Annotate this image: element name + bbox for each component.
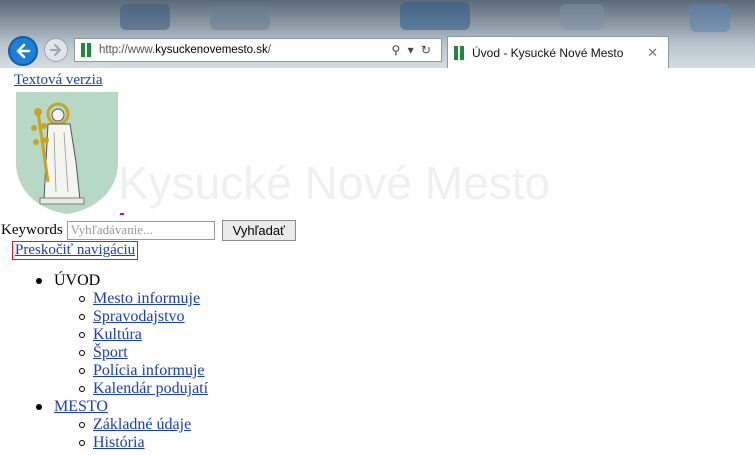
tab-title: Úvod - Kysucké Nové Mesto: [472, 45, 624, 60]
submenu-link[interactable]: Polícia informuje: [93, 362, 205, 379]
submenu-item: Mesto informuje: [0, 290, 208, 308]
city-crest-logo: [16, 92, 118, 214]
circle-bullet-icon: [79, 296, 85, 302]
circle-bullet-icon: [79, 350, 85, 356]
page-content: Textová verzia Kysucké Nové Mesto Keywor…: [0, 68, 755, 455]
search-label: Keywords: [1, 221, 63, 238]
address-bar[interactable]: http://www. kysuckenovemesto.sk / ⚲ ▾ ↻: [74, 38, 442, 62]
submenu-link[interactable]: Základné údaje: [93, 416, 191, 433]
url-prefix: http://www.: [99, 44, 156, 56]
submenu-link[interactable]: Kalendár podujatí: [93, 380, 208, 397]
decorative-mark: [120, 213, 124, 215]
back-button[interactable]: [8, 36, 38, 66]
arrow-right-icon: [50, 44, 61, 56]
submenu-link[interactable]: Spravodajstvo: [93, 308, 185, 325]
circle-bullet-icon: [79, 386, 85, 392]
menu-item-mesto: MESTO: [0, 398, 208, 416]
search-input[interactable]: [66, 220, 215, 240]
arrow-left-icon: [16, 43, 31, 59]
submenu-uvod: Mesto informuje Spravodajstvo Kultúra Šp…: [0, 290, 208, 398]
search-form: Keywords Vyhľadať: [0, 219, 296, 241]
forward-button[interactable]: [44, 38, 68, 62]
circle-bullet-icon: [79, 440, 85, 446]
submenu-item: Kultúra: [0, 326, 208, 344]
circle-bullet-icon: [79, 368, 85, 374]
submenu-link[interactable]: Mesto informuje: [93, 290, 200, 307]
circle-bullet-icon: [79, 422, 85, 428]
submenu-item: Šport: [0, 344, 208, 362]
site-favicon-icon: [81, 43, 93, 57]
submenu-link[interactable]: Šport: [93, 344, 128, 361]
search-button[interactable]: Vyhľadať: [221, 219, 296, 241]
submenu-item: História: [0, 434, 208, 452]
tab-favicon-icon: [454, 45, 466, 60]
menu-link-mesto[interactable]: MESTO: [54, 398, 108, 415]
url-host: kysuckenovemesto.sk: [155, 44, 268, 56]
search-refresh-icons[interactable]: ⚲ ▾ ↻: [391, 43, 433, 57]
circle-bullet-icon: [79, 332, 85, 338]
main-navigation: ÚVOD Mesto informuje Spravodajstvo Kultú…: [0, 272, 208, 452]
url-suffix: /: [267, 44, 271, 56]
circle-bullet-icon: [79, 314, 85, 320]
site-title-watermark: Kysucké Nové Mesto: [118, 157, 551, 209]
submenu-link[interactable]: Kultúra: [93, 326, 142, 343]
browser-tab[interactable]: Úvod - Kysucké Nové Mesto ✕: [447, 36, 669, 68]
submenu-item: Základné údaje: [0, 416, 208, 434]
submenu-item: Spravodajstvo: [0, 308, 208, 326]
menu-item-uvod: ÚVOD: [0, 272, 208, 290]
browser-toolbar: http://www. kysuckenovemesto.sk / ⚲ ▾ ↻ …: [0, 0, 755, 68]
bullet-icon: [36, 404, 42, 410]
submenu-link[interactable]: História: [93, 434, 145, 451]
text-version-link[interactable]: Textová verzia: [14, 72, 102, 89]
tab-close-icon[interactable]: ✕: [647, 45, 658, 61]
skip-navigation-link[interactable]: Preskočiť navigáciu: [12, 241, 139, 260]
bullet-icon: [36, 278, 42, 284]
submenu-item: Kalendár podujatí: [0, 380, 208, 398]
menu-label: ÚVOD: [54, 272, 101, 289]
submenu-mesto: Základné údaje História: [0, 416, 208, 452]
submenu-item: Polícia informuje: [0, 362, 208, 380]
